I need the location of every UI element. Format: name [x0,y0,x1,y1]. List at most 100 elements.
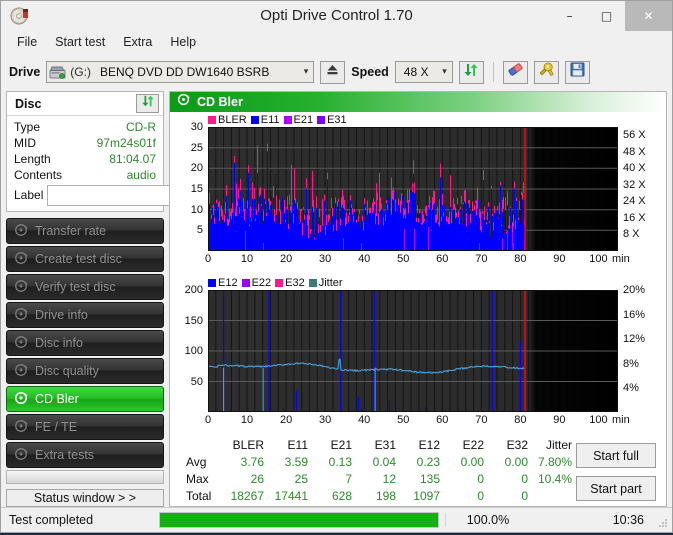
refresh-button[interactable] [458,60,484,84]
menu-item-extra[interactable]: Extra [115,33,160,51]
x-tick-label: 0 [204,414,212,427]
sidebar-item-label: Create test disc [35,252,122,266]
disc-header-label: Disc [15,96,42,111]
y-tick-label: 50 [190,375,203,388]
sidebar-item-extra-tests[interactable]: Extra tests [6,442,164,468]
disc-icon [14,363,28,380]
start-part-label: Start part [590,481,642,496]
row-label-total: Total [186,488,212,503]
cell-max-e22: 0 [477,471,484,486]
legend-item-bler: BLER [208,114,247,126]
tools-icon [538,62,555,82]
y-tick-label: 200 [184,284,203,297]
disc-refresh-button[interactable] [136,94,159,113]
eject-icon [325,62,340,82]
panel-title: CD Bler [197,95,243,109]
x-tick-label: 30 [319,414,332,427]
sidebar-item-verify-test-disc[interactable]: Verify test disc [6,274,164,300]
menu-item-help[interactable]: Help [162,33,204,51]
legend-swatch [241,279,250,288]
y-tick-label: 100 [184,345,203,358]
start-part-button[interactable]: Start part [576,476,656,501]
chart-bottom-plot[interactable] [207,287,618,413]
legend-item-e22: E22 [241,277,272,290]
save-button[interactable] [564,60,590,84]
disc-icon [14,391,28,408]
minimize-button[interactable]: – [551,1,588,31]
sidebar-item-label: Transfer rate [35,224,107,238]
sidebar-item-disc-info[interactable]: Disc info [6,330,164,356]
maximize-button[interactable]: □ [588,1,625,31]
status-window-button[interactable]: Status window > > [6,488,164,507]
toolbar: Drive (G:) BENQ DVD DD DW1640 BSRB ▾ Spe… [1,53,672,91]
y-tick-label: 30 [190,121,203,133]
nav-list: Transfer rate Create test disc Verify te… [6,218,164,468]
disc-row-contents: Contents audio [14,167,156,183]
sidebar-item-create-test-disc[interactable]: Create test disc [6,246,164,272]
disc-icon [14,447,28,464]
sidebar-item-fe-te[interactable]: FE / TE [6,414,164,440]
legend-label: E21 [293,114,314,126]
sidebar-item-drive-info[interactable]: Drive info [6,302,164,328]
statistics-table: BLER E11 E21 E31 E12 E22 E32 Jitter Avg … [180,436,576,504]
disc-icon [14,419,28,436]
cell-avg-bler: 3.76 [240,454,264,469]
progress-percent: 100.0% [445,513,524,527]
legend-label: E31 [327,114,347,126]
chart-top-plot[interactable] [208,127,618,251]
disc-key-mid: MID [14,136,36,150]
sidebar-item-cd-bler[interactable]: CD Bler [6,386,164,412]
menu-item-file[interactable]: File [9,33,45,51]
legend-swatch [275,279,284,288]
y2-tick-label: 16% [623,308,646,321]
sidebar-item-transfer-rate[interactable]: Transfer rate [6,218,164,244]
disc-key-length: Length [14,152,51,166]
tools-button[interactable] [533,60,559,84]
sidebar-item-disc-quality[interactable]: Disc quality [6,358,164,384]
disc-icon [14,223,28,240]
disc-row-type: Type CD-R [14,119,156,135]
close-button[interactable]: ✕ [625,1,672,31]
cell-avg-e11: 3.59 [284,454,308,469]
status-text: Test completed [9,513,94,527]
close-icon: ✕ [643,9,654,23]
minimize-icon: – [566,9,573,23]
table-header-row: BLER E11 E21 E31 E12 E22 E32 Jitter [180,436,576,453]
table-row: Avg 3.76 3.59 0.13 0.04 0.23 0.00 0.00 7… [180,453,576,470]
disc-icon [14,251,28,268]
eject-button[interactable] [320,60,346,84]
x-tick-label: 20 [279,414,293,427]
legend-label: E22 [251,277,272,290]
disc-label-text: Label [14,188,44,202]
cell-avg-e22: 0.00 [460,454,484,469]
y-tick-label: 150 [184,314,203,327]
speed-select[interactable]: 48 X ▾ [394,61,453,83]
cell-total-e22: 0 [477,488,484,503]
chart-bottom-wrapper: E12 E22 E32 Jitter 50 100 150 200 4% 8% … [170,277,666,432]
y2-tick-label: 20% [623,284,646,297]
legend-swatch [283,116,292,124]
sidebar-item-label: Disc info [35,336,83,350]
application-window: Opti Drive Control 1.70 – □ ✕ File Start… [0,0,673,533]
resize-grip-icon[interactable] [658,515,668,527]
cell-avg-e12: 0.23 [416,454,440,469]
drive-select[interactable]: (G:) BENQ DVD DD DW1640 BSRB ▾ [46,61,315,83]
chevron-down-icon: ▾ [442,67,447,77]
x-tick-label: 50 [397,253,410,265]
drive-name: BENQ DVD DD DW1640 BSRB [99,65,270,79]
sidebar-item-label: Verify test disc [35,280,116,294]
drive-icon [49,65,66,80]
y2-tick-label: 48 X [623,145,646,158]
cell-total-e31: 198 [375,488,396,503]
y2-tick-label: 40 X [623,162,646,175]
erase-button[interactable] [502,60,528,84]
disc-icon [14,307,28,324]
y2-tick-label: 8% [623,357,639,370]
disc-row-length: Length 81:04.07 [14,151,156,167]
status-window-label: Status window > > [33,490,137,505]
start-full-button[interactable]: Start full [576,443,656,468]
menu-item-start-test[interactable]: Start test [47,33,113,51]
y2-tick-label: 12% [623,333,646,346]
col-e11: E11 [287,437,308,452]
disc-value-type: CD-R [126,120,156,134]
